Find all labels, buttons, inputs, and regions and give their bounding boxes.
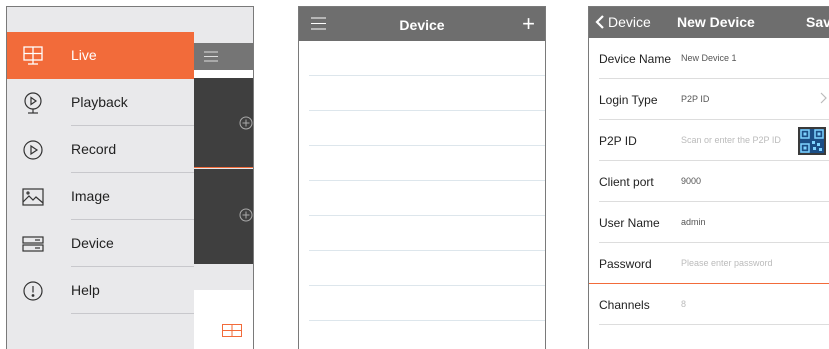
list-item	[309, 41, 545, 76]
add-device-button[interactable]: +	[522, 13, 535, 35]
nav-bar: Device New Device Save	[589, 7, 829, 38]
menu-screen: Live Playback Record Image Device Help	[6, 6, 254, 349]
video-tile[interactable]	[194, 169, 253, 264]
field-label: Password	[599, 257, 652, 271]
list-item	[309, 111, 545, 146]
record-icon	[23, 140, 43, 160]
device-icon	[22, 236, 44, 252]
list-item	[309, 76, 545, 111]
menu-item-label: Record	[71, 141, 117, 157]
channels-input[interactable]: 8	[681, 299, 686, 309]
menu-item-playback[interactable]: Playback	[7, 79, 194, 126]
help-icon	[23, 281, 43, 301]
menu-item-image[interactable]: Image	[7, 173, 194, 220]
menu-item-help[interactable]: Help	[7, 267, 194, 314]
user-name-field[interactable]: User Name admin	[589, 202, 829, 243]
client-port-input[interactable]: 9000	[681, 176, 701, 186]
field-label: Client port	[599, 175, 654, 189]
live-toolbar	[194, 290, 253, 349]
login-type-value[interactable]: P2P ID	[681, 94, 709, 104]
live-view-peek	[194, 7, 253, 349]
client-port-field[interactable]: Client port 9000	[589, 161, 829, 202]
p2p-id-field[interactable]: P2P ID Scan or enter the P2P ID	[589, 120, 829, 161]
user-name-input[interactable]: admin	[681, 217, 706, 227]
grid-layout-icon[interactable]	[222, 324, 242, 337]
divider	[71, 313, 194, 314]
password-input[interactable]: Please enter password	[681, 258, 773, 268]
password-field[interactable]: Password Please enter password	[589, 243, 829, 284]
live-nav-bar	[194, 43, 253, 70]
new-device-screen: Device New Device Save Device Name New D…	[588, 6, 829, 349]
field-label: User Name	[599, 216, 660, 230]
menu-item-label: Playback	[71, 94, 128, 110]
field-label: P2P ID	[599, 134, 637, 148]
menu-item-record[interactable]: Record	[7, 126, 194, 173]
menu-item-label: Device	[71, 235, 114, 251]
chevron-right-icon	[820, 92, 827, 104]
add-channel-icon[interactable]	[239, 208, 253, 222]
image-icon	[22, 188, 44, 206]
page-title: New Device	[677, 14, 755, 30]
nav-bar: Device +	[299, 7, 545, 41]
device-name-field[interactable]: Device Name New Device 1	[589, 38, 829, 79]
login-type-field[interactable]: Login Type P2P ID	[589, 79, 829, 120]
field-label: Channels	[599, 298, 650, 312]
field-label: Device Name	[599, 52, 672, 66]
list-item	[309, 181, 545, 216]
menu-item-device[interactable]: Device	[7, 220, 194, 267]
back-label: Device	[608, 14, 651, 30]
add-channel-icon[interactable]	[239, 116, 253, 130]
list-item	[309, 146, 545, 181]
menu-item-label: Live	[71, 47, 97, 63]
save-button[interactable]: Save	[806, 14, 829, 30]
device-form: Device Name New Device 1 Login Type P2P …	[589, 38, 829, 325]
channels-field[interactable]: Channels 8	[589, 284, 829, 325]
p2p-id-input[interactable]: Scan or enter the P2P ID	[681, 135, 781, 145]
playback-icon	[24, 92, 42, 114]
menu-item-label: Image	[71, 188, 110, 204]
device-name-input[interactable]: New Device 1	[681, 53, 737, 63]
live-grid-icon	[23, 46, 43, 65]
menu-item-label: Help	[71, 282, 100, 298]
chevron-left-icon	[595, 15, 604, 29]
device-list-screen: Device +	[298, 6, 546, 349]
qr-scan-icon[interactable]	[798, 127, 826, 155]
video-tile[interactable]	[194, 78, 253, 167]
list-item	[309, 216, 545, 251]
list-item	[309, 251, 545, 286]
field-label: Login Type	[599, 93, 658, 107]
back-button[interactable]: Device	[595, 14, 651, 30]
device-list	[299, 41, 545, 321]
side-drawer: Live Playback Record Image Device Help	[7, 7, 194, 349]
list-item	[309, 286, 545, 321]
menu-item-live[interactable]: Live	[7, 32, 194, 79]
menu-icon[interactable]	[204, 51, 218, 62]
page-title: Device	[399, 17, 445, 33]
